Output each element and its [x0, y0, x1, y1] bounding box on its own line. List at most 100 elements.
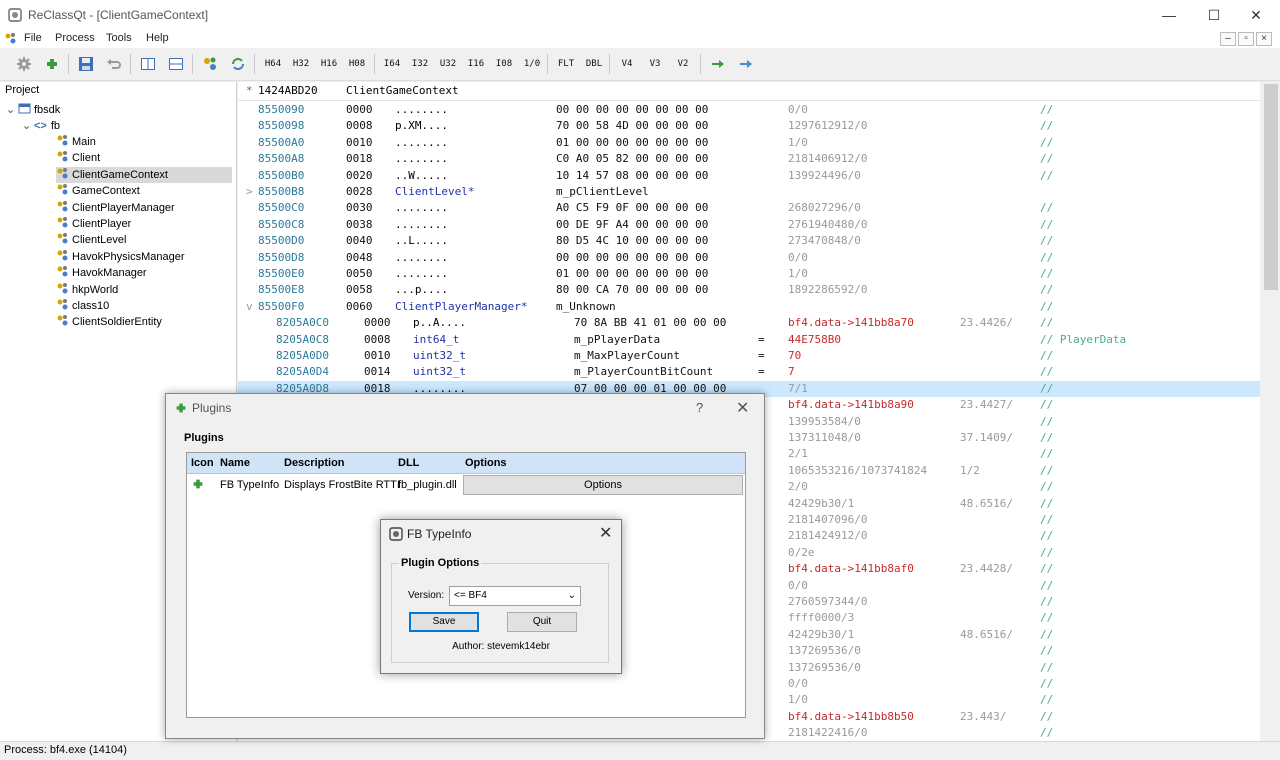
- refresh-icon[interactable]: [230, 56, 246, 72]
- hex-row[interactable]: 85500C8 0038........ 00 DE 9F A4 00 00 00 …: [238, 217, 1260, 233]
- type-button-bits[interactable]: 1/0: [521, 56, 543, 72]
- type-button-h32[interactable]: H32: [290, 56, 312, 72]
- column-icon[interactable]: Icon: [191, 453, 214, 473]
- split-horizontal-icon[interactable]: [168, 56, 184, 72]
- help-button[interactable]: ?: [696, 400, 703, 415]
- type-button-i08[interactable]: I08: [493, 56, 515, 72]
- quit-button[interactable]: Quit: [507, 612, 577, 632]
- row-comment: //: [1040, 201, 1054, 215]
- row-address: 85500B8: [258, 185, 305, 198]
- hex-row[interactable]: v 85500F0 0060 ClientPlayerManager* m_Unknow…: [238, 299, 1260, 315]
- hex-row[interactable]: 8550090 0000........ 00 00 00 00 00 00 00 …: [238, 102, 1260, 118]
- class-icon: [57, 249, 68, 261]
- hex-row[interactable]: 85500C0 0030........ A0 C5 F9 0F 00 00 00 …: [238, 200, 1260, 216]
- mdi-restore-button[interactable]: ▫: [1238, 32, 1254, 46]
- mdi-close-button[interactable]: ×: [1256, 32, 1272, 46]
- type-button-v2[interactable]: V2: [672, 56, 694, 72]
- close-button[interactable]: ✕: [736, 398, 749, 418]
- plugin-icon[interactable]: [44, 56, 60, 72]
- tree-class-item[interactable]: ClientGameContext: [56, 166, 232, 183]
- hex-row[interactable]: >85500B8 0028 ClientLevel* m_pClientLevel: [238, 184, 1260, 200]
- row-value: 139924496/0: [788, 168, 861, 182]
- hex-row[interactable]: 85500D8 0048........ 00 00 00 00 00 00 00 …: [238, 250, 1260, 266]
- save-button[interactable]: Save: [409, 612, 479, 632]
- hex-row[interactable]: 85500E8 0058 ...p.... 80 00 CA 70 00 00 00 …: [238, 282, 1260, 298]
- mdi-minimize-button[interactable]: –: [1220, 32, 1236, 46]
- hex-row[interactable]: 85500A8 0018........ C0 A0 05 82 00 00 00 …: [238, 151, 1260, 167]
- hex-row[interactable]: 85500E0 0050........ 01 00 00 00 00 00 00 …: [238, 266, 1260, 282]
- tree-class-item[interactable]: Main: [56, 134, 232, 150]
- options-button[interactable]: Options: [463, 475, 743, 495]
- tree-class-item[interactable]: HavokPhysicsManager: [56, 249, 232, 265]
- type-button-i16[interactable]: I16: [465, 56, 487, 72]
- type-button-h08[interactable]: H08: [346, 56, 368, 72]
- column-options[interactable]: Options: [465, 453, 507, 473]
- hex-row[interactable]: 8550098 0008 p.XM.... 70 00 58 4D 00 00 00 …: [238, 118, 1260, 134]
- maximize-button[interactable]: ☐: [1199, 4, 1229, 26]
- tree-class-item[interactable]: ClientPlayerManager: [56, 200, 232, 216]
- row-value: 2760597344/0: [788, 595, 868, 608]
- type-button-u32[interactable]: U32: [437, 56, 459, 72]
- save-icon[interactable]: [78, 56, 94, 72]
- arrow-right-green-icon[interactable]: [710, 56, 726, 72]
- row-address: 85500A8: [258, 152, 305, 166]
- close-button[interactable]: ✕: [1241, 4, 1271, 26]
- hex-row-nested[interactable]: 8205A0C8 0008 int64_t m_pPlayerData = 44E758B…: [238, 332, 1260, 348]
- hex-row-nested[interactable]: 8205A0C0 0000 p..A.... 70 8A BB 41 01 00 00…: [238, 315, 1260, 331]
- type-button-v4[interactable]: V4: [616, 56, 638, 72]
- vertical-scrollbar[interactable]: [1262, 82, 1280, 741]
- chevron-down-icon[interactable]: ⌄: [22, 118, 34, 134]
- tree-class-item[interactable]: ClientSoldierEntity: [56, 314, 232, 330]
- arrow-right-blue-icon[interactable]: [738, 56, 754, 72]
- type-button-i32[interactable]: I32: [409, 56, 431, 72]
- menu-help[interactable]: Help: [146, 32, 169, 44]
- row-address: 8550098: [258, 119, 305, 133]
- undo-icon[interactable]: [106, 56, 122, 72]
- type-button-h64[interactable]: H64: [262, 56, 284, 72]
- column-description[interactable]: Description: [284, 453, 345, 473]
- hex-row[interactable]: 85500B0 0020 ..W..... 10 14 57 08 00 00 00 …: [238, 168, 1260, 184]
- hex-row[interactable]: 85500A0 0010........ 01 00 00 00 00 00 00 …: [238, 135, 1260, 151]
- type-button-i64[interactable]: I64: [381, 56, 403, 72]
- tree-class-item[interactable]: hkpWorld: [56, 282, 232, 298]
- row-comment: //: [1040, 529, 1054, 543]
- row-hex-bytes: 80 00 CA 70 00 00 00 00: [556, 283, 709, 297]
- column-name[interactable]: Name: [220, 453, 250, 473]
- tree-class-item[interactable]: GameContext: [56, 183, 232, 199]
- split-vertical-icon[interactable]: [140, 56, 156, 72]
- type-button-h16[interactable]: H16: [318, 56, 340, 72]
- plugin-name[interactable]: FB TypeInfo: [220, 475, 279, 495]
- column-dll[interactable]: DLL: [398, 453, 420, 473]
- row-comment: //: [1040, 119, 1054, 133]
- tree-root[interactable]: ⌄ fbsdk: [6, 102, 60, 118]
- menu-tools[interactable]: Tools: [106, 32, 132, 44]
- scrollbar-thumb[interactable]: [1264, 84, 1278, 290]
- row-hex-bytes: 00 00 00 00 00 00 00 00: [556, 103, 709, 116]
- version-select[interactable]: <= BF4 ⌄: [449, 586, 581, 606]
- type-button-v3[interactable]: V3: [644, 56, 666, 72]
- tree-class-item[interactable]: class10: [56, 298, 232, 314]
- row-comment: //: [1040, 447, 1054, 461]
- tree-class-item[interactable]: HavokManager: [56, 265, 232, 281]
- add-class-icon[interactable]: [202, 56, 218, 72]
- hex-row[interactable]: 85500D0 0040 ..L..... 80 D5 4C 10 00 00 00 …: [238, 233, 1260, 249]
- close-button[interactable]: ✕: [599, 523, 612, 543]
- hex-row-nested[interactable]: 8205A0D4 0014 uint32_t m_PlayerCountBitCoun…: [238, 364, 1260, 380]
- tree-namespace[interactable]: ⌄ <> fb: [22, 118, 60, 134]
- namespace-icon: <>: [34, 120, 47, 132]
- tree-class-item[interactable]: ClientPlayer: [56, 216, 232, 232]
- type-button-flt[interactable]: FLT: [555, 56, 577, 72]
- menu-process[interactable]: Process: [55, 32, 95, 44]
- row-value: 2181406912/0: [788, 152, 868, 166]
- tree-class-item[interactable]: Client: [56, 150, 232, 166]
- gear-icon[interactable]: [16, 56, 32, 72]
- type-button-dbl[interactable]: DBL: [583, 56, 605, 72]
- minimize-button[interactable]: —: [1154, 4, 1184, 26]
- row-value: 0/0: [788, 103, 808, 116]
- tree-class-label: ClientGameContext: [72, 168, 168, 181]
- chevron-down-icon[interactable]: ⌄: [6, 102, 18, 118]
- hex-row-nested[interactable]: 8205A0D0 0010 uint32_t m_MaxPlayerCount = 70 /…: [238, 348, 1260, 364]
- tree-class-item[interactable]: ClientLevel: [56, 232, 232, 248]
- menu-file[interactable]: File: [24, 32, 42, 44]
- row-ascii: ........: [395, 152, 448, 166]
